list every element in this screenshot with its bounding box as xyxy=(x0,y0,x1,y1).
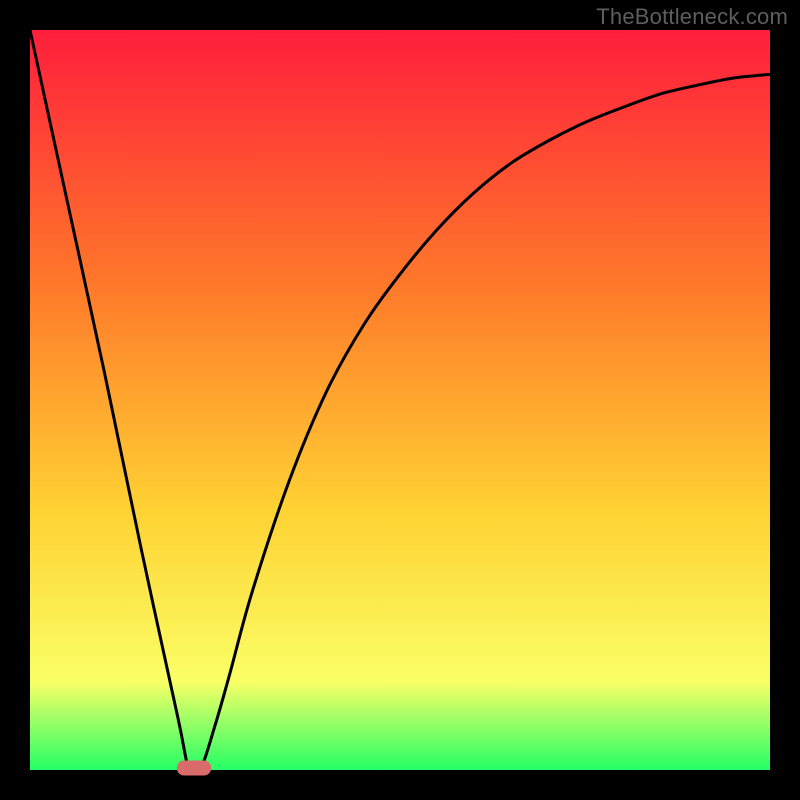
watermark-text: TheBottleneck.com xyxy=(596,4,788,30)
plot-svg xyxy=(30,30,770,770)
gradient-background xyxy=(30,30,770,770)
chart-frame: TheBottleneck.com xyxy=(0,0,800,800)
min-marker xyxy=(177,761,211,776)
plot-area xyxy=(30,30,770,770)
